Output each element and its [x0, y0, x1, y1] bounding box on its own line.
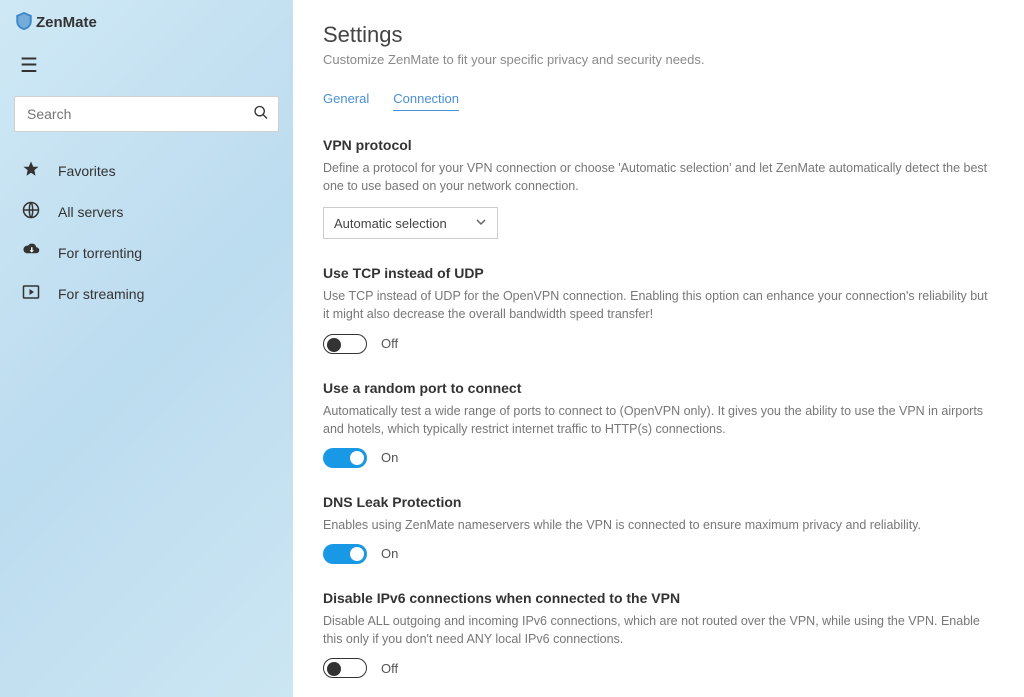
sidebar-item-favorites[interactable]: Favorites — [10, 150, 283, 191]
tcp-toggle-state: Off — [381, 336, 398, 351]
dns-toggle[interactable] — [323, 544, 367, 564]
cloud-download-icon — [22, 242, 40, 263]
play-rect-icon — [22, 283, 40, 304]
sidebar-item-streaming[interactable]: For streaming — [10, 273, 283, 314]
random-port-toggle[interactable] — [323, 448, 367, 468]
brand-name: ZenMate — [36, 14, 97, 31]
section-desc: Disable ALL outgoing and incoming IPv6 c… — [323, 612, 994, 648]
ipv6-toggle[interactable] — [323, 658, 367, 678]
section-desc: Enables using ZenMate nameservers while … — [323, 516, 994, 534]
section-vpn-protocol: VPN protocol Define a protocol for your … — [323, 137, 994, 239]
chevron-down-icon — [475, 216, 487, 231]
page-subtitle: Customize ZenMate to fit your specific p… — [323, 52, 994, 67]
section-title: VPN protocol — [323, 137, 994, 153]
protocol-select[interactable]: Automatic selection — [323, 207, 498, 239]
sidebar-item-label: For streaming — [58, 286, 144, 302]
tcp-toggle[interactable] — [323, 334, 367, 354]
star-icon — [22, 160, 40, 181]
hamburger-icon: ☰ — [20, 55, 38, 77]
tab-connection[interactable]: Connection — [393, 91, 459, 111]
page-title: Settings — [323, 22, 994, 48]
section-ipv6: Disable IPv6 connections when connected … — [323, 590, 994, 678]
protocol-selected-value: Automatic selection — [334, 216, 447, 231]
shield-logo-icon — [16, 12, 32, 33]
section-title: DNS Leak Protection — [323, 494, 994, 510]
hamburger-menu-button[interactable]: ☰ — [10, 47, 283, 96]
section-tcp: Use TCP instead of UDP Use TCP instead o… — [323, 265, 994, 353]
search-input[interactable] — [14, 96, 279, 132]
random-port-toggle-state: On — [381, 450, 398, 465]
section-title: Disable IPv6 connections when connected … — [323, 590, 994, 606]
main-panel: Settings Customize ZenMate to fit your s… — [293, 0, 1024, 697]
sidebar-item-torrenting[interactable]: For torrenting — [10, 232, 283, 273]
sidebar-item-label: Favorites — [58, 163, 116, 179]
ipv6-toggle-state: Off — [381, 661, 398, 676]
sidebar: ZenMate ☰ Favorites All servers For torr… — [0, 0, 293, 697]
section-dns: DNS Leak Protection Enables using ZenMat… — [323, 494, 994, 564]
tabs: General Connection — [323, 91, 994, 111]
search-container — [10, 96, 283, 132]
globe-icon — [22, 201, 40, 222]
section-desc: Automatically test a wide range of ports… — [323, 402, 994, 438]
section-title: Use TCP instead of UDP — [323, 265, 994, 281]
tab-general[interactable]: General — [323, 91, 369, 111]
sidebar-item-label: All servers — [58, 204, 123, 220]
brand: ZenMate — [10, 10, 283, 47]
section-desc: Use TCP instead of UDP for the OpenVPN c… — [323, 287, 994, 323]
section-title: Use a random port to connect — [323, 380, 994, 396]
sidebar-item-label: For torrenting — [58, 245, 142, 261]
section-random-port: Use a random port to connect Automatical… — [323, 380, 994, 468]
sidebar-item-all-servers[interactable]: All servers — [10, 191, 283, 232]
dns-toggle-state: On — [381, 546, 398, 561]
section-desc: Define a protocol for your VPN connectio… — [323, 159, 994, 195]
